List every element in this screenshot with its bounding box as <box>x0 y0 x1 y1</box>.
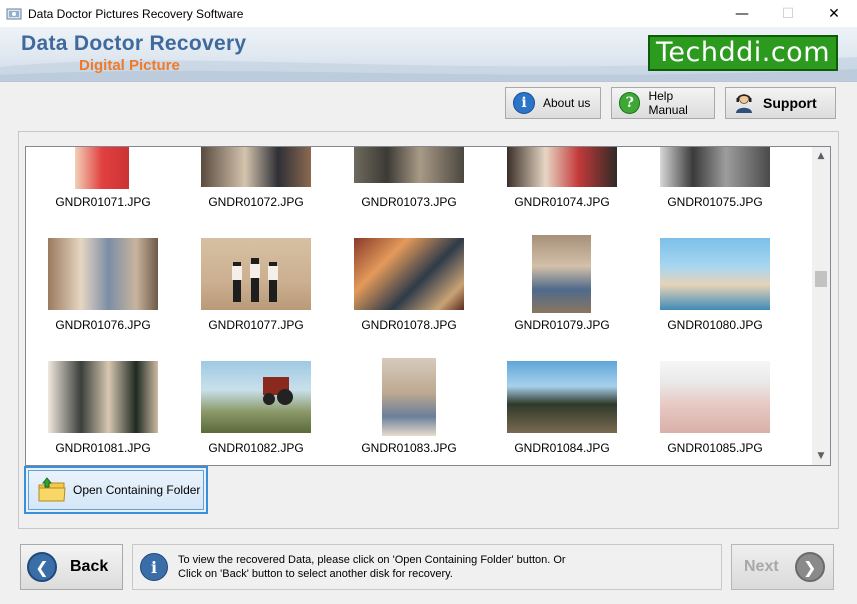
thumbnail-filename: GNDR01074.JPG <box>514 195 610 209</box>
support-button[interactable]: Support <box>725 87 836 119</box>
about-us-label: About us <box>543 96 591 110</box>
thumbnail-image[interactable] <box>660 361 770 433</box>
thumbnail-image[interactable] <box>354 238 464 310</box>
instruction-box: i To view the recovered Data, please cli… <box>132 544 722 590</box>
header-banner: Data Doctor Recovery Digital Picture Tec… <box>0 27 857 82</box>
window-controls: — ☐ ✕ <box>719 0 857 27</box>
thumbnail-filename: GNDR01085.JPG <box>667 441 763 455</box>
open-containing-folder-button[interactable]: Open Containing Folder <box>24 466 208 514</box>
scroll-up-arrow[interactable]: ▲ <box>816 151 826 161</box>
thumbnail-filename: GNDR01076.JPG <box>55 318 151 332</box>
info-icon: i <box>140 553 168 581</box>
brand-subtitle: Digital Picture <box>79 57 180 74</box>
help-manual-button[interactable]: ? Help Manual <box>611 87 715 119</box>
minimize-button[interactable]: — <box>719 0 765 27</box>
question-icon: ? <box>619 92 641 114</box>
gallery-scrollbar[interactable]: ▲ ▼ <box>812 147 830 465</box>
thumbnail-image[interactable] <box>354 147 464 183</box>
thumbnail-filename: GNDR01071.JPG <box>55 195 151 209</box>
close-button[interactable]: ✕ <box>811 0 857 27</box>
instruction-text: To view the recovered Data, please click… <box>178 553 566 581</box>
info-icon: i <box>513 92 535 114</box>
app-icon <box>6 8 22 19</box>
instruction-line-2: Click on 'Back' button to select another… <box>178 568 453 580</box>
thumbnail-filename: GNDR01077.JPG <box>208 318 304 332</box>
thumbnail-filename: GNDR01075.JPG <box>667 195 763 209</box>
thumbnail-image[interactable] <box>507 147 617 187</box>
thumbnail-image[interactable] <box>660 238 770 310</box>
thumbnail-image[interactable] <box>382 358 436 436</box>
instruction-line-1: To view the recovered Data, please click… <box>178 554 566 566</box>
thumbnail-filename: GNDR01082.JPG <box>208 441 304 455</box>
thumbnail-filename: GNDR01072.JPG <box>208 195 304 209</box>
thumbnail-image[interactable] <box>201 238 311 310</box>
thumbnail-image[interactable] <box>201 361 311 433</box>
thumbnail-filename: GNDR01079.JPG <box>514 318 610 332</box>
thumbnail-filename: GNDR01081.JPG <box>55 441 151 455</box>
open-folder-label: Open Containing Folder <box>73 483 201 497</box>
back-button[interactable]: ❮ Back <box>20 544 123 590</box>
about-us-button[interactable]: i About us <box>505 87 601 119</box>
window-title: Data Doctor Pictures Recovery Software <box>28 6 244 21</box>
next-label: Next <box>744 558 779 575</box>
next-button[interactable]: Next ❯ <box>731 544 834 590</box>
next-arrow-icon: ❯ <box>794 552 825 582</box>
thumbnail-image[interactable] <box>660 147 770 187</box>
thumbnail-image[interactable] <box>201 147 311 187</box>
support-person-icon <box>733 92 755 114</box>
thumbnail-image[interactable] <box>48 361 158 433</box>
thumbnail-image[interactable] <box>507 361 617 433</box>
brand-logo: Techddi.com <box>648 35 838 71</box>
thumbnail-filename: GNDR01078.JPG <box>361 318 457 332</box>
maximize-button[interactable]: ☐ <box>765 0 811 27</box>
folder-icon <box>37 477 67 503</box>
recovered-pictures-gallery[interactable]: GNDR01071.JPG GNDR01072.JPG GNDR01073.JP… <box>25 146 831 466</box>
thumbnail-image[interactable] <box>75 147 129 189</box>
thumbnail-filename: GNDR01073.JPG <box>361 195 457 209</box>
support-label: Support <box>763 95 817 111</box>
brand-title: Data Doctor Recovery <box>21 32 247 55</box>
back-label: Back <box>70 558 109 575</box>
scrollbar-thumb[interactable] <box>815 271 827 287</box>
title-bar: Data Doctor Pictures Recovery Software —… <box>0 0 857 27</box>
thumbnail-filename: GNDR01080.JPG <box>667 318 763 332</box>
thumbnail-filename: GNDR01084.JPG <box>514 441 610 455</box>
back-arrow-icon: ❮ <box>27 552 57 582</box>
help-manual-label: Help Manual <box>648 89 688 117</box>
thumbnail-image[interactable] <box>532 235 591 313</box>
thumbnail-filename: GNDR01083.JPG <box>361 441 457 455</box>
thumbnail-image[interactable] <box>48 238 158 310</box>
scroll-down-arrow[interactable]: ▼ <box>816 451 826 461</box>
